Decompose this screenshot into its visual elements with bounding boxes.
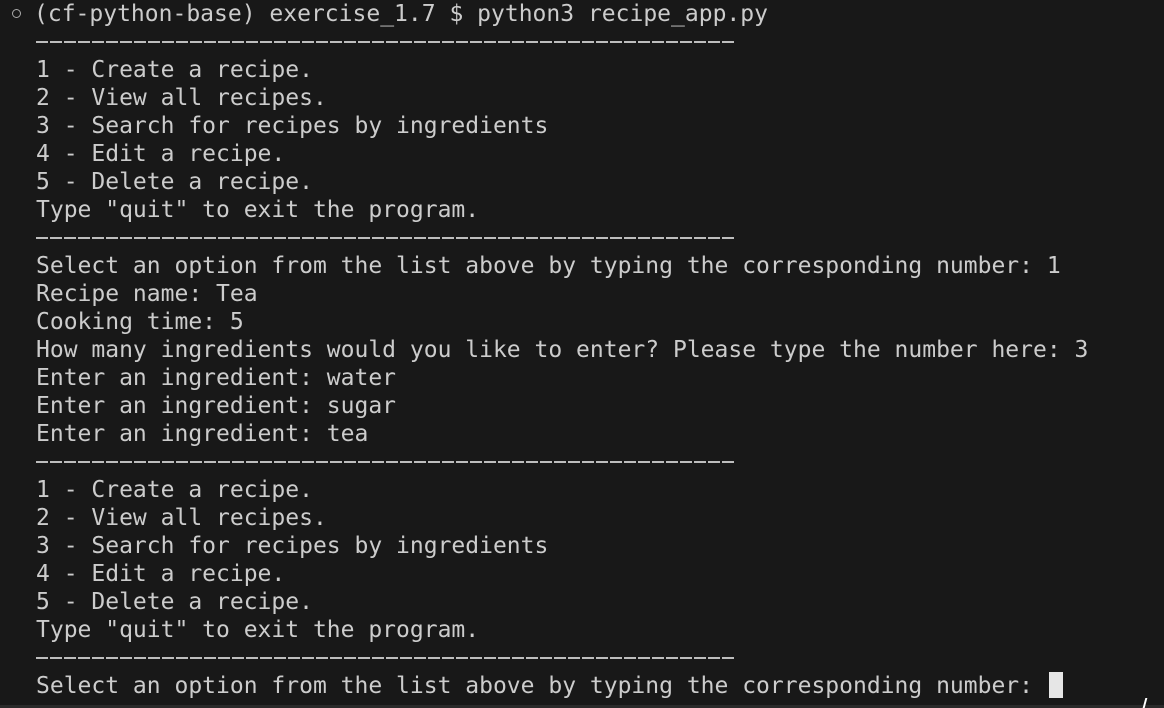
conda-environment: (cf-python-base) bbox=[34, 1, 256, 27]
cooking-time-output: Cooking time: 5 bbox=[36, 309, 244, 335]
ingredient-count-output: How many ingredients would you like to e… bbox=[36, 337, 1089, 363]
final-select-prompt: Select an option from the list above by … bbox=[36, 673, 1047, 699]
command-prompt-line: (cf-python-base) exercise_1.7 $ python3 … bbox=[0, 0, 1164, 28]
current-directory: exercise_1.7 bbox=[269, 1, 436, 27]
menu-item-edit: 4 - Edit a recipe. bbox=[36, 561, 286, 587]
select-option-output: Select an option from the list above by … bbox=[36, 253, 1061, 279]
separator-line bbox=[0, 28, 1164, 56]
menu-item-edit: 4 - Edit a recipe. bbox=[36, 141, 286, 167]
quit-hint: Type "quit" to exit the program. bbox=[36, 197, 480, 223]
text-cursor[interactable] bbox=[1048, 672, 1063, 698]
menu-item-search: 3 - Search for recipes by ingredients bbox=[36, 533, 549, 559]
quit-hint: Type "quit" to exit the program. bbox=[36, 617, 480, 643]
menu-item-view-all: 2 - View all recipes. bbox=[36, 85, 327, 111]
terminal-input-line[interactable]: Select an option from the list above by … bbox=[0, 672, 1164, 700]
menu-item-delete: 5 - Delete a recipe. bbox=[36, 169, 313, 195]
menu-item-view-all: 2 - View all recipes. bbox=[36, 505, 327, 531]
separator-line bbox=[0, 644, 1164, 672]
menu-item-create: 1 - Create a recipe. bbox=[36, 477, 313, 503]
terminal-window[interactable]: (cf-python-base) exercise_1.7 $ python3 … bbox=[0, 0, 1164, 708]
command-status-circle-icon bbox=[12, 9, 21, 18]
prompt-symbol: $ bbox=[449, 1, 464, 27]
menu-item-create: 1 - Create a recipe. bbox=[36, 57, 313, 83]
ingredient-entry: Enter an ingredient: tea bbox=[36, 421, 369, 447]
separator-line bbox=[0, 224, 1164, 252]
command-text: python3 recipe_app.py bbox=[477, 1, 768, 27]
ingredient-entry: Enter an ingredient: sugar bbox=[36, 393, 397, 419]
separator-line bbox=[0, 448, 1164, 476]
ingredient-entry: Enter an ingredient: water bbox=[36, 365, 397, 391]
recipe-name-output: Recipe name: Tea bbox=[36, 281, 258, 307]
menu-item-delete: 5 - Delete a recipe. bbox=[36, 589, 313, 615]
menu-item-search: 3 - Search for recipes by ingredients bbox=[36, 113, 549, 139]
